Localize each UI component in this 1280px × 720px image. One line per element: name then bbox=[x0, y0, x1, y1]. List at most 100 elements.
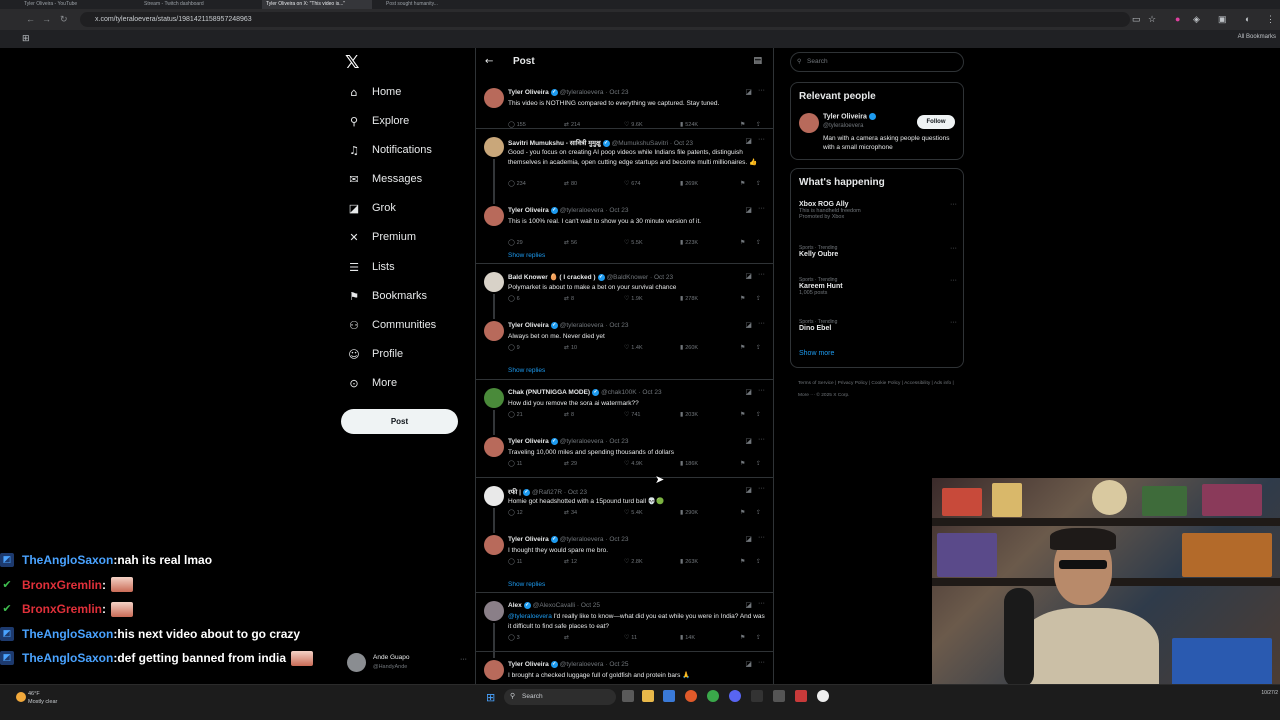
share-icon[interactable]: ⇪ bbox=[756, 344, 761, 351]
steam-icon[interactable] bbox=[773, 690, 785, 702]
bookmark-icon[interactable]: ⚑ bbox=[740, 558, 745, 565]
repost-action[interactable]: ⇄ 12 bbox=[564, 558, 577, 565]
reply-action[interactable]: ◯ 234 bbox=[508, 180, 526, 187]
views-action[interactable]: ▮ 524K bbox=[680, 121, 698, 128]
nav-item-0[interactable]: ⌂ Home bbox=[347, 82, 402, 102]
more-dots-icon[interactable]: ··· bbox=[950, 245, 957, 252]
more-dots-icon[interactable]: ··· bbox=[758, 436, 765, 443]
views-action[interactable]: ▮ 263K bbox=[680, 558, 698, 565]
nav-item-7[interactable]: ⚑ Bookmarks bbox=[347, 286, 427, 306]
post-button[interactable]: Post bbox=[341, 409, 458, 434]
extension-icon[interactable]: ● bbox=[1175, 14, 1180, 24]
more-dots-icon[interactable]: ··· bbox=[758, 320, 765, 327]
repost-action[interactable]: ⇄ 10 bbox=[564, 344, 577, 351]
tweet-author[interactable]: Tyler Oliveira ✓ @tyleraloevera · Oct 23 bbox=[508, 536, 628, 543]
tweet[interactable]: Tyler Oliveira ✓ @tyleraloevera · Oct 23 ◪ ·… bbox=[476, 529, 773, 585]
avatar[interactable] bbox=[484, 535, 504, 555]
reply-action[interactable]: ◯ 6 bbox=[508, 295, 520, 302]
tweet-date[interactable]: Oct 23 bbox=[654, 274, 673, 281]
grok-icon[interactable]: ◪ bbox=[745, 660, 752, 668]
more-dots-icon[interactable]: ··· bbox=[758, 387, 765, 394]
bookmark-icon[interactable]: ⚑ bbox=[740, 411, 745, 418]
reply-action[interactable]: ◯ 9 bbox=[508, 344, 520, 351]
bookmark-icon[interactable]: ⚑ bbox=[740, 634, 745, 641]
search-input[interactable]: ⚲ Search bbox=[790, 52, 964, 72]
tweet[interactable]: Savitri Mumukshu - सावित्री मुमुक्षु ✓ @Mu… bbox=[476, 131, 773, 195]
views-action[interactable]: ▮ 269K bbox=[680, 180, 698, 187]
x-logo-icon[interactable]: 𝕏 bbox=[345, 52, 360, 73]
tweet[interactable]: Tyler Oliveira ✓ @tyleraloevera · Oct 23 ◪ ·… bbox=[476, 315, 773, 371]
tweet[interactable]: रफी | ✓ @Rafi27R · Oct 23 ◪ ··· Homie got hea… bbox=[476, 480, 773, 524]
tweet-date[interactable]: Oct 23 bbox=[609, 89, 628, 96]
share-icon[interactable]: ⇪ bbox=[756, 460, 761, 467]
repost-action[interactable]: ⇄ 56 bbox=[564, 239, 577, 246]
avatar[interactable] bbox=[484, 388, 504, 408]
tweet-author[interactable]: Savitri Mumukshu - सावित्री मुमुक्षु ✓ @Mu… bbox=[508, 138, 693, 147]
taskbar-search[interactable]: ⚲ Search bbox=[504, 689, 616, 705]
tweet-date[interactable]: Oct 23 bbox=[609, 207, 628, 214]
share-icon[interactable]: ⇪ bbox=[756, 411, 761, 418]
bookmark-icon[interactable]: ⚑ bbox=[740, 509, 745, 516]
tweet-author[interactable]: Tyler Oliveira ✓ @tyleraloevera · Oct 23 bbox=[508, 438, 628, 445]
profile-icon[interactable]: ◐ bbox=[1245, 14, 1250, 24]
share-icon[interactable]: ⇪ bbox=[756, 634, 761, 641]
reply-action[interactable]: ◯ 11 bbox=[508, 460, 522, 467]
chat-username[interactable]: TheAngloSaxon bbox=[22, 651, 113, 665]
grok-icon[interactable]: ◪ bbox=[745, 88, 752, 96]
obs-icon[interactable] bbox=[817, 690, 829, 702]
tweet-author[interactable]: Tyler Oliveira ✓ @tyleraloevera · Oct 23 bbox=[508, 207, 628, 214]
address-bar[interactable]: x.com/tyleraloevera/status/1981421158957… bbox=[80, 12, 1130, 27]
share-icon[interactable]: ⇪ bbox=[756, 295, 761, 302]
menu-dots-icon[interactable]: ⋮ bbox=[1266, 14, 1275, 25]
tweet-author[interactable]: रफी | ✓ @Rafi27R · Oct 23 bbox=[508, 487, 587, 496]
chat-username[interactable]: BronxGremlin bbox=[22, 602, 102, 616]
avatar[interactable] bbox=[799, 113, 819, 133]
bookmark-icon[interactable]: ⚑ bbox=[740, 239, 745, 246]
cast-icon[interactable]: ▭ bbox=[1132, 14, 1141, 25]
more-dots-icon[interactable]: ··· bbox=[950, 201, 957, 208]
puzzle-icon[interactable]: ◈ bbox=[1193, 14, 1200, 25]
more-dots-icon[interactable]: ··· bbox=[758, 485, 765, 492]
more-dots-icon[interactable]: ··· bbox=[758, 600, 765, 607]
tweet[interactable]: Chak (PNUTNIGGA MODE) ✓ @chak100K · Oct 23… bbox=[476, 382, 773, 426]
nav-item-9[interactable]: ☺ Profile bbox=[347, 344, 403, 364]
tweet-date[interactable]: Oct 23 bbox=[609, 438, 628, 445]
terminal-icon[interactable] bbox=[751, 690, 763, 702]
views-action[interactable]: ▮ 278K bbox=[680, 295, 698, 302]
avatar[interactable] bbox=[484, 137, 504, 157]
more-dots-icon[interactable]: ··· bbox=[758, 271, 765, 278]
show-replies-link[interactable]: Show replies bbox=[508, 581, 545, 588]
like-action[interactable]: ♡ 674 bbox=[624, 180, 640, 187]
tweet[interactable]: Bald Knower 🥚 ( I cracked ) ✓ @BaldKnower … bbox=[476, 266, 773, 310]
weather-widget[interactable]: 46°F Mostly clear bbox=[16, 690, 57, 706]
follow-button[interactable]: Follow bbox=[917, 115, 955, 129]
avatar[interactable] bbox=[484, 272, 504, 292]
footer-links[interactable]: Terms of Service | Privacy Policy | Cook… bbox=[798, 378, 958, 402]
tweet[interactable]: Alex ✓ @AlexoCavalli · Oct 25 ◪ ··· @tyleralo… bbox=[476, 595, 773, 649]
reload-icon[interactable]: ↻ bbox=[60, 14, 68, 25]
nav-item-5[interactable]: ✕ Premium bbox=[347, 227, 416, 247]
share-icon[interactable]: ⇪ bbox=[756, 558, 761, 565]
trend-item[interactable]: Sports · Trending Dino Ebel ··· bbox=[799, 319, 959, 332]
more-dots-icon[interactable]: ··· bbox=[758, 87, 765, 94]
avatar[interactable] bbox=[484, 486, 504, 506]
like-action[interactable]: ♡ 1.9K bbox=[624, 295, 643, 302]
back-arrow-icon[interactable]: ← bbox=[485, 56, 493, 67]
relevant-name[interactable]: Tyler Oliveira bbox=[823, 113, 876, 120]
like-action[interactable]: ♡ 5.5K bbox=[624, 239, 643, 246]
grok-icon[interactable]: ◪ bbox=[745, 137, 752, 145]
tweet-date[interactable]: Oct 25 bbox=[609, 661, 628, 668]
like-action[interactable]: ♡ 2.8K bbox=[624, 558, 643, 565]
bookmark-icon[interactable]: ⚑ bbox=[740, 121, 745, 128]
bookmark-icon[interactable]: ⚑ bbox=[740, 344, 745, 351]
reply-action[interactable]: ◯ 155 bbox=[508, 121, 526, 128]
repost-action[interactable]: ⇄ 214 bbox=[564, 121, 580, 128]
browser-tab-active[interactable]: Tyler Oliveira on X: "This video is..." bbox=[262, 0, 372, 9]
more-dots-icon[interactable]: ··· bbox=[950, 277, 957, 284]
bookmark-icon[interactable]: ⚑ bbox=[740, 180, 745, 187]
like-action[interactable]: ♡ 4.9K bbox=[624, 460, 643, 467]
show-more-link[interactable]: Show more bbox=[799, 350, 834, 357]
avatar[interactable] bbox=[484, 206, 504, 226]
views-action[interactable]: ▮ 203K bbox=[680, 411, 698, 418]
chat-username[interactable]: TheAngloSaxon bbox=[22, 627, 113, 641]
